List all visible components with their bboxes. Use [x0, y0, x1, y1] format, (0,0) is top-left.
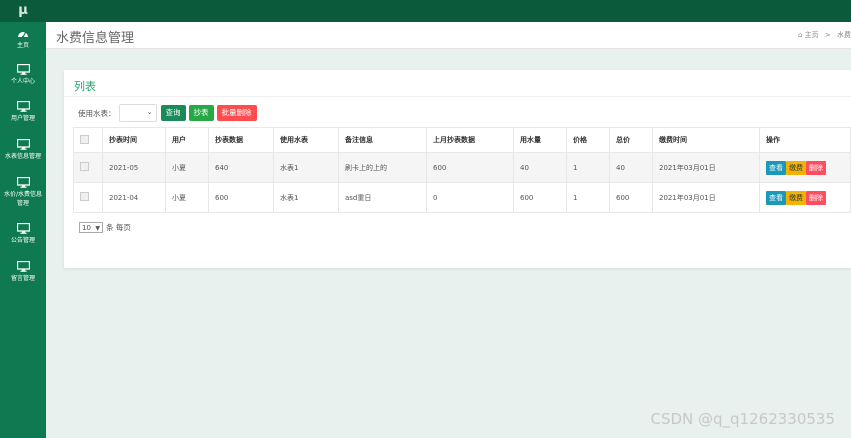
monitor-icon — [16, 177, 30, 188]
read-meter-button[interactable]: 抄表 — [188, 105, 214, 121]
column-header: 抄表时间 — [102, 127, 166, 153]
column-header: 使用水表 — [273, 127, 339, 153]
app-logo[interactable]: μ — [0, 0, 46, 22]
cell-time: 2021-05 — [102, 152, 166, 183]
sidebar-item-profile[interactable]: 个人中心 — [0, 64, 46, 86]
select-all-cell[interactable] — [73, 127, 103, 153]
list-card: 列表 使用水表： ⌄ 查询 抄表 批量删除 抄表时间 用户 抄表数据 使用水表 … — [64, 70, 851, 268]
column-header: 备注信息 — [338, 127, 427, 153]
monitor-icon — [16, 261, 30, 272]
table-header-row: 抄表时间 用户 抄表数据 使用水表 备注信息 上月抄表数据 用水量 价格 总价 … — [73, 127, 851, 153]
card-divider — [64, 96, 851, 97]
cell-pay-time: 2021年03月01日 — [652, 182, 760, 213]
sidebar-item-notice[interactable]: 公告管理 — [0, 223, 46, 245]
sidebar-item-label: 公告管理 — [10, 237, 35, 244]
column-header: 操作 — [759, 127, 851, 153]
column-header: 抄表数据 — [208, 127, 274, 153]
cell-user: 小夏 — [165, 182, 209, 213]
sidebar-item-label: 主页 — [16, 42, 29, 49]
view-button[interactable]: 查看 — [766, 160, 786, 175]
column-header: 用户 — [165, 127, 209, 153]
sidebar: 主页 个人中心 用户管理 水表信息管理 水价/水费信息管理 公告管理 留言管理 — [0, 22, 46, 438]
sidebar-item-label: 水价/水费信息管理 — [3, 191, 43, 207]
cell-meter: 水表1 — [273, 182, 339, 213]
home-icon: ⌂ — [797, 31, 803, 39]
cell-price: 1 — [566, 152, 610, 183]
table-row: 2021-05 小夏 640 水表1 刷卡上的上的 600 40 1 40 20… — [73, 152, 851, 183]
meter-select[interactable]: ⌄ — [118, 104, 157, 122]
cell-meter: 水表1 — [273, 152, 339, 183]
column-header: 总价 — [609, 127, 653, 153]
cell-user: 小夏 — [165, 152, 209, 183]
data-table: 抄表时间 用户 抄表数据 使用水表 备注信息 上月抄表数据 用水量 价格 总价 … — [73, 127, 851, 213]
cell-time: 2021-04 — [102, 182, 166, 213]
cell-total: 600 — [609, 182, 653, 213]
monitor-icon — [16, 223, 30, 234]
sidebar-item-messages[interactable]: 留言管理 — [0, 261, 46, 283]
row-checkbox[interactable] — [80, 192, 89, 201]
cell-price: 1 — [566, 182, 610, 213]
breadcrumb-separator: > — [824, 31, 831, 39]
query-button[interactable]: 查询 — [160, 105, 186, 121]
cell-pay-time: 2021年03月01日 — [652, 152, 760, 183]
column-header: 价格 — [566, 127, 610, 153]
cell-last-reading: 0 — [426, 182, 514, 213]
monitor-icon — [16, 101, 30, 112]
delete-button[interactable]: 删除 — [806, 160, 826, 175]
sidebar-item-price[interactable]: 水价/水费信息管理 — [0, 177, 46, 208]
row-checkbox[interactable] — [80, 162, 89, 171]
pager: 10 ▼ 条 每页 — [79, 222, 131, 233]
column-header: 用水量 — [513, 127, 567, 153]
breadcrumb: ⌂ 主页 > 水费 — [798, 30, 851, 40]
select-all-checkbox[interactable] — [80, 134, 89, 144]
sidebar-item-users[interactable]: 用户管理 — [0, 101, 46, 123]
cell-note: asd重日 — [338, 182, 427, 213]
breadcrumb-home[interactable]: 主页 — [805, 31, 819, 39]
column-header: 缴费时间 — [652, 127, 760, 153]
dashboard-icon — [18, 32, 28, 39]
cell-reading: 600 — [208, 182, 274, 213]
sidebar-item-meters[interactable]: 水表信息管理 — [0, 139, 46, 161]
pay-button[interactable]: 缴费 — [786, 190, 806, 205]
page-size-suffix: 条 每页 — [106, 223, 131, 232]
pay-button[interactable]: 缴费 — [786, 160, 806, 175]
cell-actions: 查看 缴费 删除 — [759, 182, 851, 213]
cell-usage: 40 — [513, 152, 567, 183]
monitor-icon — [16, 139, 30, 150]
table-row: 2021-04 小夏 600 水表1 asd重日 0 600 1 600 202… — [73, 182, 851, 213]
cell-actions: 查看 缴费 删除 — [759, 152, 851, 183]
meter-select-label: 使用水表： — [78, 108, 116, 118]
cell-total: 40 — [609, 152, 653, 183]
column-header: 上月抄表数据 — [426, 127, 514, 153]
cell-last-reading: 600 — [426, 152, 514, 183]
chevron-down-icon: ⌄ — [146, 108, 153, 116]
chevron-down-icon: ▼ — [95, 225, 100, 232]
cell-note: 刷卡上的上的 — [338, 152, 427, 183]
cell-usage: 600 — [513, 182, 567, 213]
delete-button[interactable]: 删除 — [806, 190, 826, 205]
sidebar-item-label: 用户管理 — [10, 115, 35, 122]
view-button[interactable]: 查看 — [766, 190, 786, 205]
sidebar-item-label: 水表信息管理 — [4, 153, 41, 160]
card-title: 列表 — [74, 80, 96, 93]
batch-delete-button[interactable]: 批量删除 — [216, 105, 257, 121]
page-header: 水费信息管理 ⌂ 主页 > 水费 — [46, 22, 851, 49]
watermark: CSDN @q_q1262330535 — [650, 410, 835, 428]
cell-reading: 640 — [208, 152, 274, 183]
toolbar: 使用水表： ⌄ 查询 抄表 批量删除 — [78, 104, 260, 122]
sidebar-item-label: 留言管理 — [10, 275, 35, 282]
sidebar-item-label: 个人中心 — [10, 78, 35, 85]
monitor-icon — [16, 64, 30, 75]
page-size-select[interactable]: 10 ▼ — [79, 222, 103, 233]
page-title: 水费信息管理 — [56, 31, 135, 46]
sidebar-item-home[interactable]: 主页 — [0, 28, 46, 50]
top-bar — [0, 0, 851, 22]
breadcrumb-current: 水费 — [837, 31, 851, 39]
